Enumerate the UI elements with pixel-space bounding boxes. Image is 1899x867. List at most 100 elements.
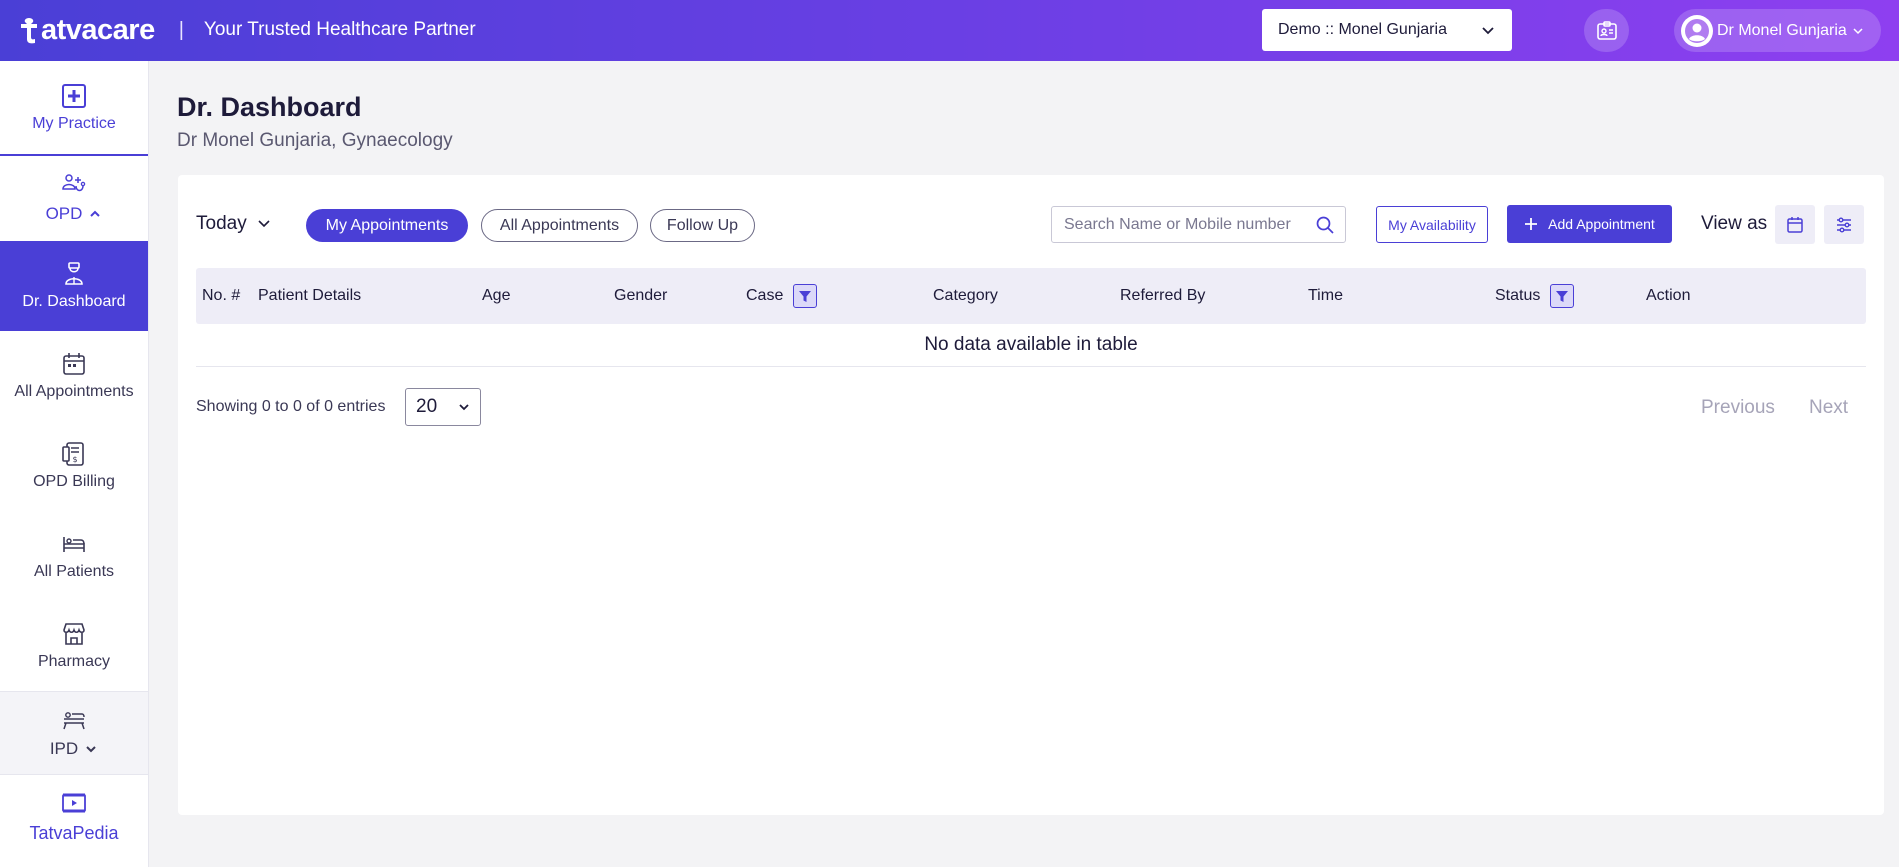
brand-logo: atvacare: [18, 14, 155, 47]
column-header-label: No. #: [202, 287, 241, 304]
list-view-button[interactable]: [1824, 205, 1864, 244]
column-header-label: Time: [1308, 287, 1343, 304]
calendar-icon: [63, 353, 85, 375]
id-card-icon: [1596, 20, 1617, 40]
column-header-label: Status: [1495, 287, 1541, 304]
plus-icon: [1525, 218, 1538, 230]
case-filter-button[interactable]: [793, 284, 818, 308]
my-availability-button[interactable]: My Availability: [1376, 206, 1488, 243]
column-header-category[interactable]: Category: [933, 268, 998, 324]
id-card-button[interactable]: [1584, 9, 1629, 52]
search-box: [1051, 206, 1346, 243]
view-as-label: View as: [1701, 213, 1768, 234]
column-header-patient-details[interactable]: Patient Details: [258, 268, 361, 324]
sidebar-item-opd[interactable]: OPD: [0, 158, 148, 238]
chevron-down-icon: [1853, 27, 1863, 34]
tatvacare-logo-icon: [21, 18, 37, 44]
brand-tagline: Your Trusted Healthcare Partner: [203, 19, 476, 40]
sidebar-item-my-practice[interactable]: My Practice: [0, 61, 148, 156]
user-menu-button[interactable]: Dr Monel Gunjaria: [1674, 9, 1881, 52]
table-empty-message: No data available in table: [196, 324, 1866, 367]
avatar: [1681, 14, 1713, 47]
add-appointment-button[interactable]: Add Appointment: [1507, 205, 1672, 243]
svg-text:$: $: [72, 455, 77, 464]
page-size-value: 20: [416, 396, 438, 417]
medical-cross-icon: [62, 83, 86, 108]
chevron-down-icon: [258, 220, 270, 228]
sidebar-item-label: Pharmacy: [37, 653, 111, 670]
bed-icon: [63, 537, 85, 552]
sidebar-item-pharmacy[interactable]: Pharmacy: [0, 601, 148, 691]
sidebar-item-opd-billing[interactable]: $ OPD Billing: [0, 421, 148, 511]
calendar-view-button[interactable]: [1775, 205, 1815, 244]
chevron-down-icon: [459, 404, 469, 411]
period-dropdown[interactable]: Today: [196, 213, 271, 235]
column-header-age[interactable]: Age: [482, 268, 510, 324]
sidebar-item-all-patients[interactable]: All Patients: [0, 511, 148, 601]
filter-icon: [1556, 291, 1569, 302]
sidebar-item-label: OPD Billing: [33, 473, 115, 490]
hospital-bed-icon: [63, 712, 85, 730]
add-appointment-label: Add Appointment: [1548, 216, 1655, 232]
sidebar-item-label: IPD: [49, 739, 79, 758]
search-icon[interactable]: [1315, 215, 1335, 235]
column-header-label: Gender: [614, 287, 668, 304]
column-header-time[interactable]: Time: [1308, 268, 1343, 324]
entries-info: Showing 0 to 0 of 0 entries: [196, 398, 386, 415]
tab-follow-up[interactable]: Follow Up: [650, 209, 755, 242]
brand[interactable]: atvacare | Your Trusted Healthcare Partn…: [18, 10, 476, 50]
column-header-case[interactable]: Case: [746, 268, 818, 324]
user-name: Dr Monel Gunjaria: [1717, 21, 1847, 39]
sidebar-item-label: OPD: [45, 204, 83, 223]
organization-select[interactable]: Demo :: Monel Gunjaria: [1262, 9, 1512, 51]
sliders-icon: [1837, 217, 1851, 232]
column-header-label: Referred By: [1120, 287, 1206, 304]
column-header-label: Patient Details: [258, 287, 362, 304]
sidebar-item-ipd[interactable]: IPD: [0, 691, 148, 775]
doctor-icon: [65, 262, 83, 285]
column-header-gender[interactable]: Gender: [614, 268, 667, 324]
sidebar-item-label: TatvaPedia: [29, 822, 119, 843]
sidebar-item-all-appointments[interactable]: All Appointments: [0, 331, 148, 421]
search-input[interactable]: [1064, 215, 1304, 234]
appointments-card: Today My Appointments All Appointments F…: [178, 175, 1884, 815]
pagination-previous[interactable]: Previous: [1701, 397, 1775, 419]
brand-name: atvacare: [41, 13, 155, 46]
tab-all-appointments[interactable]: All Appointments: [481, 209, 638, 242]
status-filter-button[interactable]: [1550, 284, 1575, 308]
page-subtitle: Dr Monel Gunjaria, Gynaecology: [177, 130, 453, 151]
calendar-icon: [1787, 216, 1803, 233]
brand-separator: |: [178, 18, 184, 41]
period-dropdown-value: Today: [196, 213, 247, 234]
sidebar-item-dr-dashboard[interactable]: Dr. Dashboard: [0, 241, 148, 331]
store-icon: [63, 623, 85, 645]
column-header-label: Category: [933, 287, 998, 304]
page-title: Dr. Dashboard: [177, 92, 362, 122]
page-size-select[interactable]: 20: [405, 388, 481, 426]
table-header: No. # Patient Details Age Gender Case Ca…: [196, 268, 1866, 324]
top-bar: atvacare | Your Trusted Healthcare Partn…: [0, 0, 1899, 61]
sidebar-item-tatvapedia[interactable]: TatvaPedia: [0, 775, 148, 859]
filter-icon: [799, 291, 812, 302]
column-header-no[interactable]: No. #: [202, 268, 240, 324]
pagination-next[interactable]: Next: [1809, 397, 1848, 419]
sidebar-item-label: All Patients: [33, 563, 115, 580]
column-header-label: Action: [1646, 287, 1691, 304]
column-header-status[interactable]: Status: [1495, 268, 1575, 324]
chevron-up-icon: [90, 210, 101, 217]
chevron-down-icon: [1482, 27, 1494, 35]
sidebar-item-label: My Practice: [32, 114, 116, 132]
column-header-referred-by[interactable]: Referred By: [1120, 268, 1205, 324]
column-header-label: Age: [482, 287, 511, 304]
sidebar-item-label: Dr. Dashboard: [22, 293, 126, 310]
user-icon: [1685, 18, 1709, 43]
column-header-action: Action: [1646, 268, 1690, 324]
sidebar-item-label: All Appointments: [14, 383, 134, 400]
doctor-patient-icon: [62, 174, 86, 192]
tab-my-appointments[interactable]: My Appointments: [306, 209, 468, 242]
column-header-label: Case: [746, 287, 784, 304]
billing-icon: $: [62, 442, 84, 466]
chevron-down-icon: [86, 746, 96, 753]
sidebar: My Practice OPD Dr. Dashboard All Appoin…: [0, 61, 149, 867]
organization-select-value: Demo :: Monel Gunjaria: [1278, 21, 1447, 38]
